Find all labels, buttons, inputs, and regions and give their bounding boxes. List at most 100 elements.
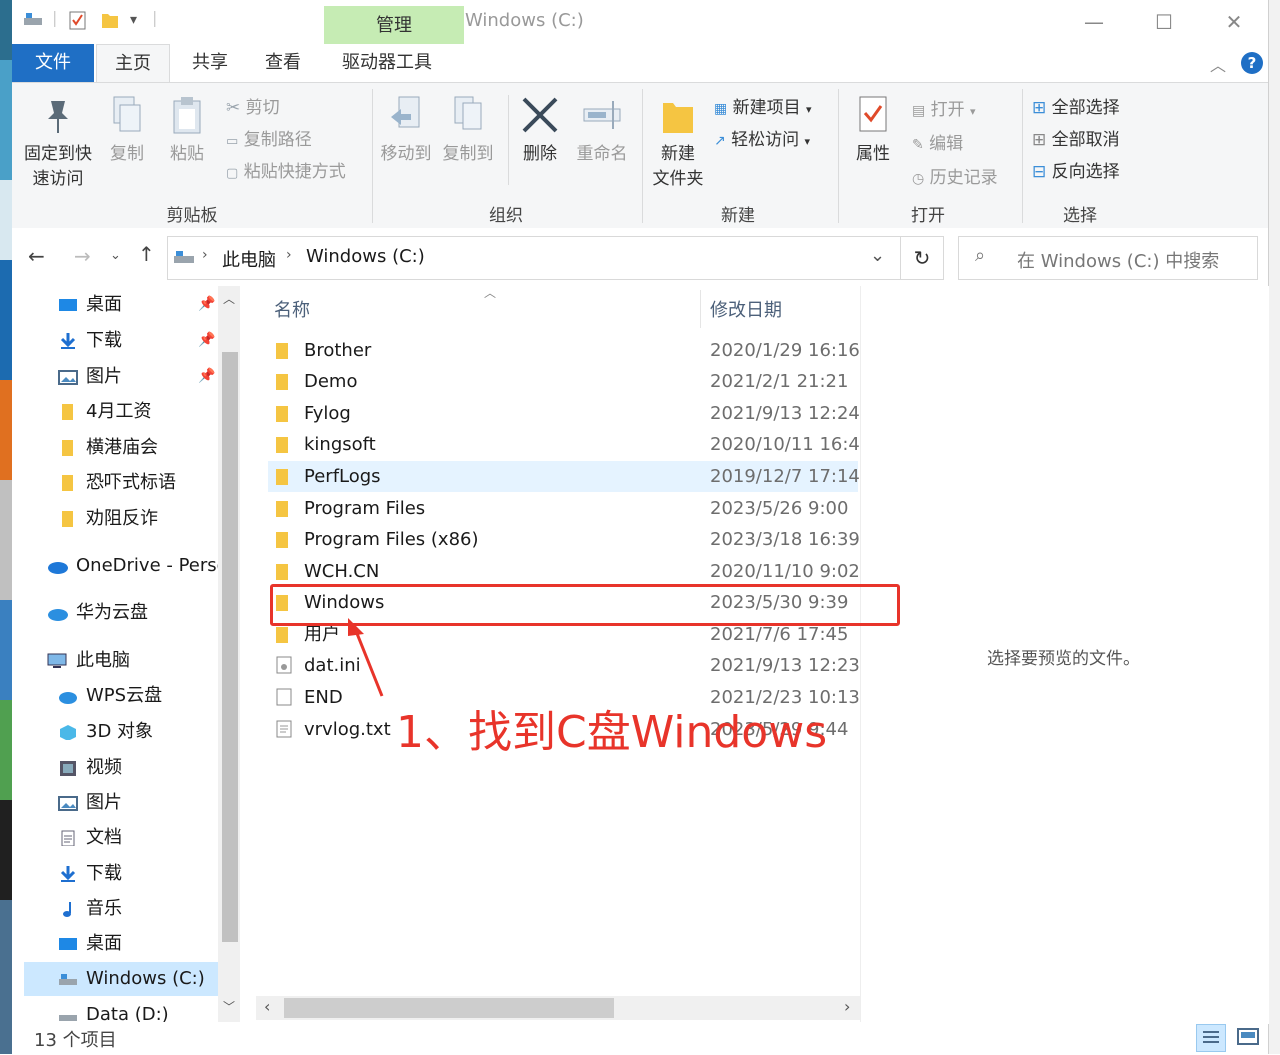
table-row[interactable]: Demo 2021/2/1 21:21 <box>268 366 858 397</box>
folder-icon <box>276 374 288 390</box>
nav-item-folder[interactable]: 横港庙会 <box>58 431 158 465</box>
table-row[interactable]: Program Files (x86) 2023/3/18 16:39 <box>268 524 860 555</box>
properties-quick-icon[interactable] <box>68 10 88 34</box>
nav-item-desktop[interactable]: 桌面 <box>58 927 122 961</box>
annotation-arrow-icon <box>348 618 384 697</box>
new-folder-button[interactable]: 新建 文件夹 <box>648 95 708 189</box>
nav-item-music[interactable]: 音乐 <box>58 892 122 926</box>
rename-button[interactable]: 重命名 <box>572 95 632 164</box>
nav-item-downloads[interactable]: 下载 <box>58 324 122 358</box>
scroll-left-icon[interactable]: ‹ <box>264 997 270 1016</box>
window-title: Windows (C:) <box>465 10 584 31</box>
file-explorer-window: | ▾ | 管理 Windows (C:) — ☐ ✕ 文件 主页 共享 查看 … <box>12 0 1269 1054</box>
table-row[interactable]: Brother 2020/1/29 16:16 <box>268 335 860 366</box>
nav-item-huawei-cloud[interactable]: 华为云盘 <box>46 596 148 630</box>
horizontal-scrollbar-thumb[interactable] <box>284 998 614 1018</box>
large-icons-view-button[interactable] <box>1234 1024 1264 1052</box>
nav-item-pictures[interactable]: 图片 <box>58 786 122 820</box>
breadcrumb-drive-c[interactable]: Windows (C:) <box>306 246 425 267</box>
recent-locations-chevron-icon[interactable]: ⌄ <box>110 248 121 263</box>
copy-to-button[interactable]: 复制到 <box>440 95 496 164</box>
delete-button[interactable]: 删除 <box>518 95 562 164</box>
nav-item-downloads[interactable]: 下载 <box>58 857 122 891</box>
new-folder-quick-icon[interactable] <box>100 10 120 34</box>
nav-item-3d-objects[interactable]: 3D 对象 <box>58 715 153 749</box>
close-button[interactable]: ✕ <box>1214 8 1254 36</box>
pin-to-quick-access-button[interactable]: 固定到快 速访问 <box>20 95 96 189</box>
new-item-button[interactable]: ▦ 新建项目 ▾ <box>714 93 812 118</box>
open-button[interactable]: ▤ 打开 ▾ <box>912 95 976 120</box>
drive-icon <box>59 1015 77 1021</box>
minimize-button[interactable]: — <box>1074 8 1114 36</box>
collapse-ribbon-icon[interactable]: ︿ <box>1210 52 1226 76</box>
up-arrow-icon[interactable]: ↑ <box>138 242 155 266</box>
address-bar[interactable]: › 此电脑 › Windows (C:) ⌄ <box>167 236 901 280</box>
nav-item-this-pc[interactable]: 此电脑 <box>46 644 130 678</box>
help-icon[interactable]: ? <box>1241 52 1263 74</box>
nav-item-drive-d[interactable]: Data (D:) <box>58 998 169 1024</box>
move-to-button[interactable]: 移动到 <box>378 95 434 164</box>
forward-arrow-icon[interactable]: → <box>74 244 91 268</box>
nav-label: 视频 <box>86 757 122 778</box>
tab-drive-tools[interactable]: 驱动器工具 <box>324 44 450 82</box>
item-count: 13 个项目 <box>34 1030 117 1051</box>
nav-item-drive-c[interactable]: Windows (C:) <box>24 962 218 996</box>
table-row[interactable]: Fylog 2021/9/13 12:24 <box>268 398 860 429</box>
move-to-icon <box>391 96 420 128</box>
cut-button[interactable]: ✂ 剪切 <box>226 93 280 118</box>
file-list-horizontal-scrollbar[interactable]: ‹ › <box>256 996 860 1020</box>
nav-item-pictures[interactable]: 图片 <box>58 360 122 394</box>
tab-view[interactable]: 查看 <box>252 44 314 82</box>
nav-item-documents[interactable]: 文档 <box>58 821 122 855</box>
drive-icon[interactable] <box>22 10 44 32</box>
address-history-chevron-icon[interactable]: ⌄ <box>870 245 885 266</box>
copy-path-button[interactable]: ▭ 复制路径 <box>226 125 312 150</box>
maximize-button[interactable]: ☐ <box>1144 8 1184 36</box>
select-all-button[interactable]: ⊞ 全部选择 <box>1032 93 1120 118</box>
select-none-button[interactable]: ⊞ 全部取消 <box>1032 125 1120 150</box>
search-icon: ⌕ <box>975 245 986 266</box>
cloud-icon <box>48 609 68 621</box>
properties-label: 属性 <box>856 144 890 164</box>
nav-label: 桌面 <box>86 294 122 315</box>
refresh-button[interactable]: ↻ <box>901 236 944 280</box>
status-bar: 13 个项目 <box>12 1022 1268 1054</box>
table-row[interactable]: WCH.CN 2020/11/10 9:02 <box>268 556 860 587</box>
nav-item-folder[interactable]: 劝阻反诈 <box>58 502 158 536</box>
scroll-right-icon[interactable]: › <box>844 997 850 1016</box>
new-folder-label-line1: 新建 <box>661 144 695 164</box>
table-row[interactable]: kingsoft 2020/10/11 16:40 <box>268 429 871 460</box>
edit-button[interactable]: ✎ 编辑 <box>912 129 963 154</box>
details-view-button[interactable] <box>1196 1024 1226 1052</box>
table-row[interactable]: Program Files 2023/5/26 9:00 <box>268 493 858 524</box>
breadcrumb-this-pc[interactable]: 此电脑 <box>222 246 276 272</box>
nav-item-wps-cloud[interactable]: WPS云盘 <box>58 679 162 713</box>
invert-selection-button[interactable]: ⊟ 反向选择 <box>1032 157 1120 182</box>
properties-button[interactable]: 属性 <box>848 95 898 164</box>
pin-icon: 📌 <box>198 296 216 312</box>
paste-button[interactable]: 粘贴 <box>162 95 212 164</box>
back-arrow-icon[interactable]: ← <box>28 244 45 268</box>
nav-item-desktop[interactable]: 桌面 <box>58 288 122 322</box>
nav-item-onedrive[interactable]: OneDrive - Perso <box>46 549 228 583</box>
nav-scrollbar-thumb[interactable] <box>222 352 238 942</box>
customize-quick-access-icon[interactable]: ▾ <box>130 12 137 28</box>
tab-share[interactable]: 共享 <box>178 44 242 82</box>
tab-file[interactable]: 文件 <box>12 44 94 82</box>
paste-shortcut-button[interactable]: ▢ 粘贴快捷方式 <box>226 157 346 182</box>
tab-home[interactable]: 主页 <box>96 44 170 83</box>
scroll-down-icon[interactable]: ﹀ <box>223 998 235 1015</box>
nav-item-folder[interactable]: 恐吓式标语 <box>58 466 176 500</box>
history-button[interactable]: ◷ 历史记录 <box>912 163 998 188</box>
edit-label: 编辑 <box>929 134 964 154</box>
nav-item-videos[interactable]: 视频 <box>58 751 122 785</box>
manage-contextual-tab[interactable]: 管理 <box>324 6 464 44</box>
scroll-up-icon[interactable]: ︿ <box>223 290 235 307</box>
table-row[interactable]: PerfLogs 2019/12/7 17:14 <box>268 461 860 492</box>
column-header-name[interactable]: 名称 <box>274 296 310 322</box>
nav-item-folder[interactable]: 4月工资 <box>58 395 151 429</box>
easy-access-button[interactable]: ↗ 轻松访问 ▾ <box>714 125 810 150</box>
copy-button[interactable]: 复制 <box>102 95 152 164</box>
search-input[interactable]: ⌕ 在 Windows (C:) 中搜索 <box>958 236 1258 280</box>
column-header-date[interactable]: 修改日期 <box>710 296 782 322</box>
